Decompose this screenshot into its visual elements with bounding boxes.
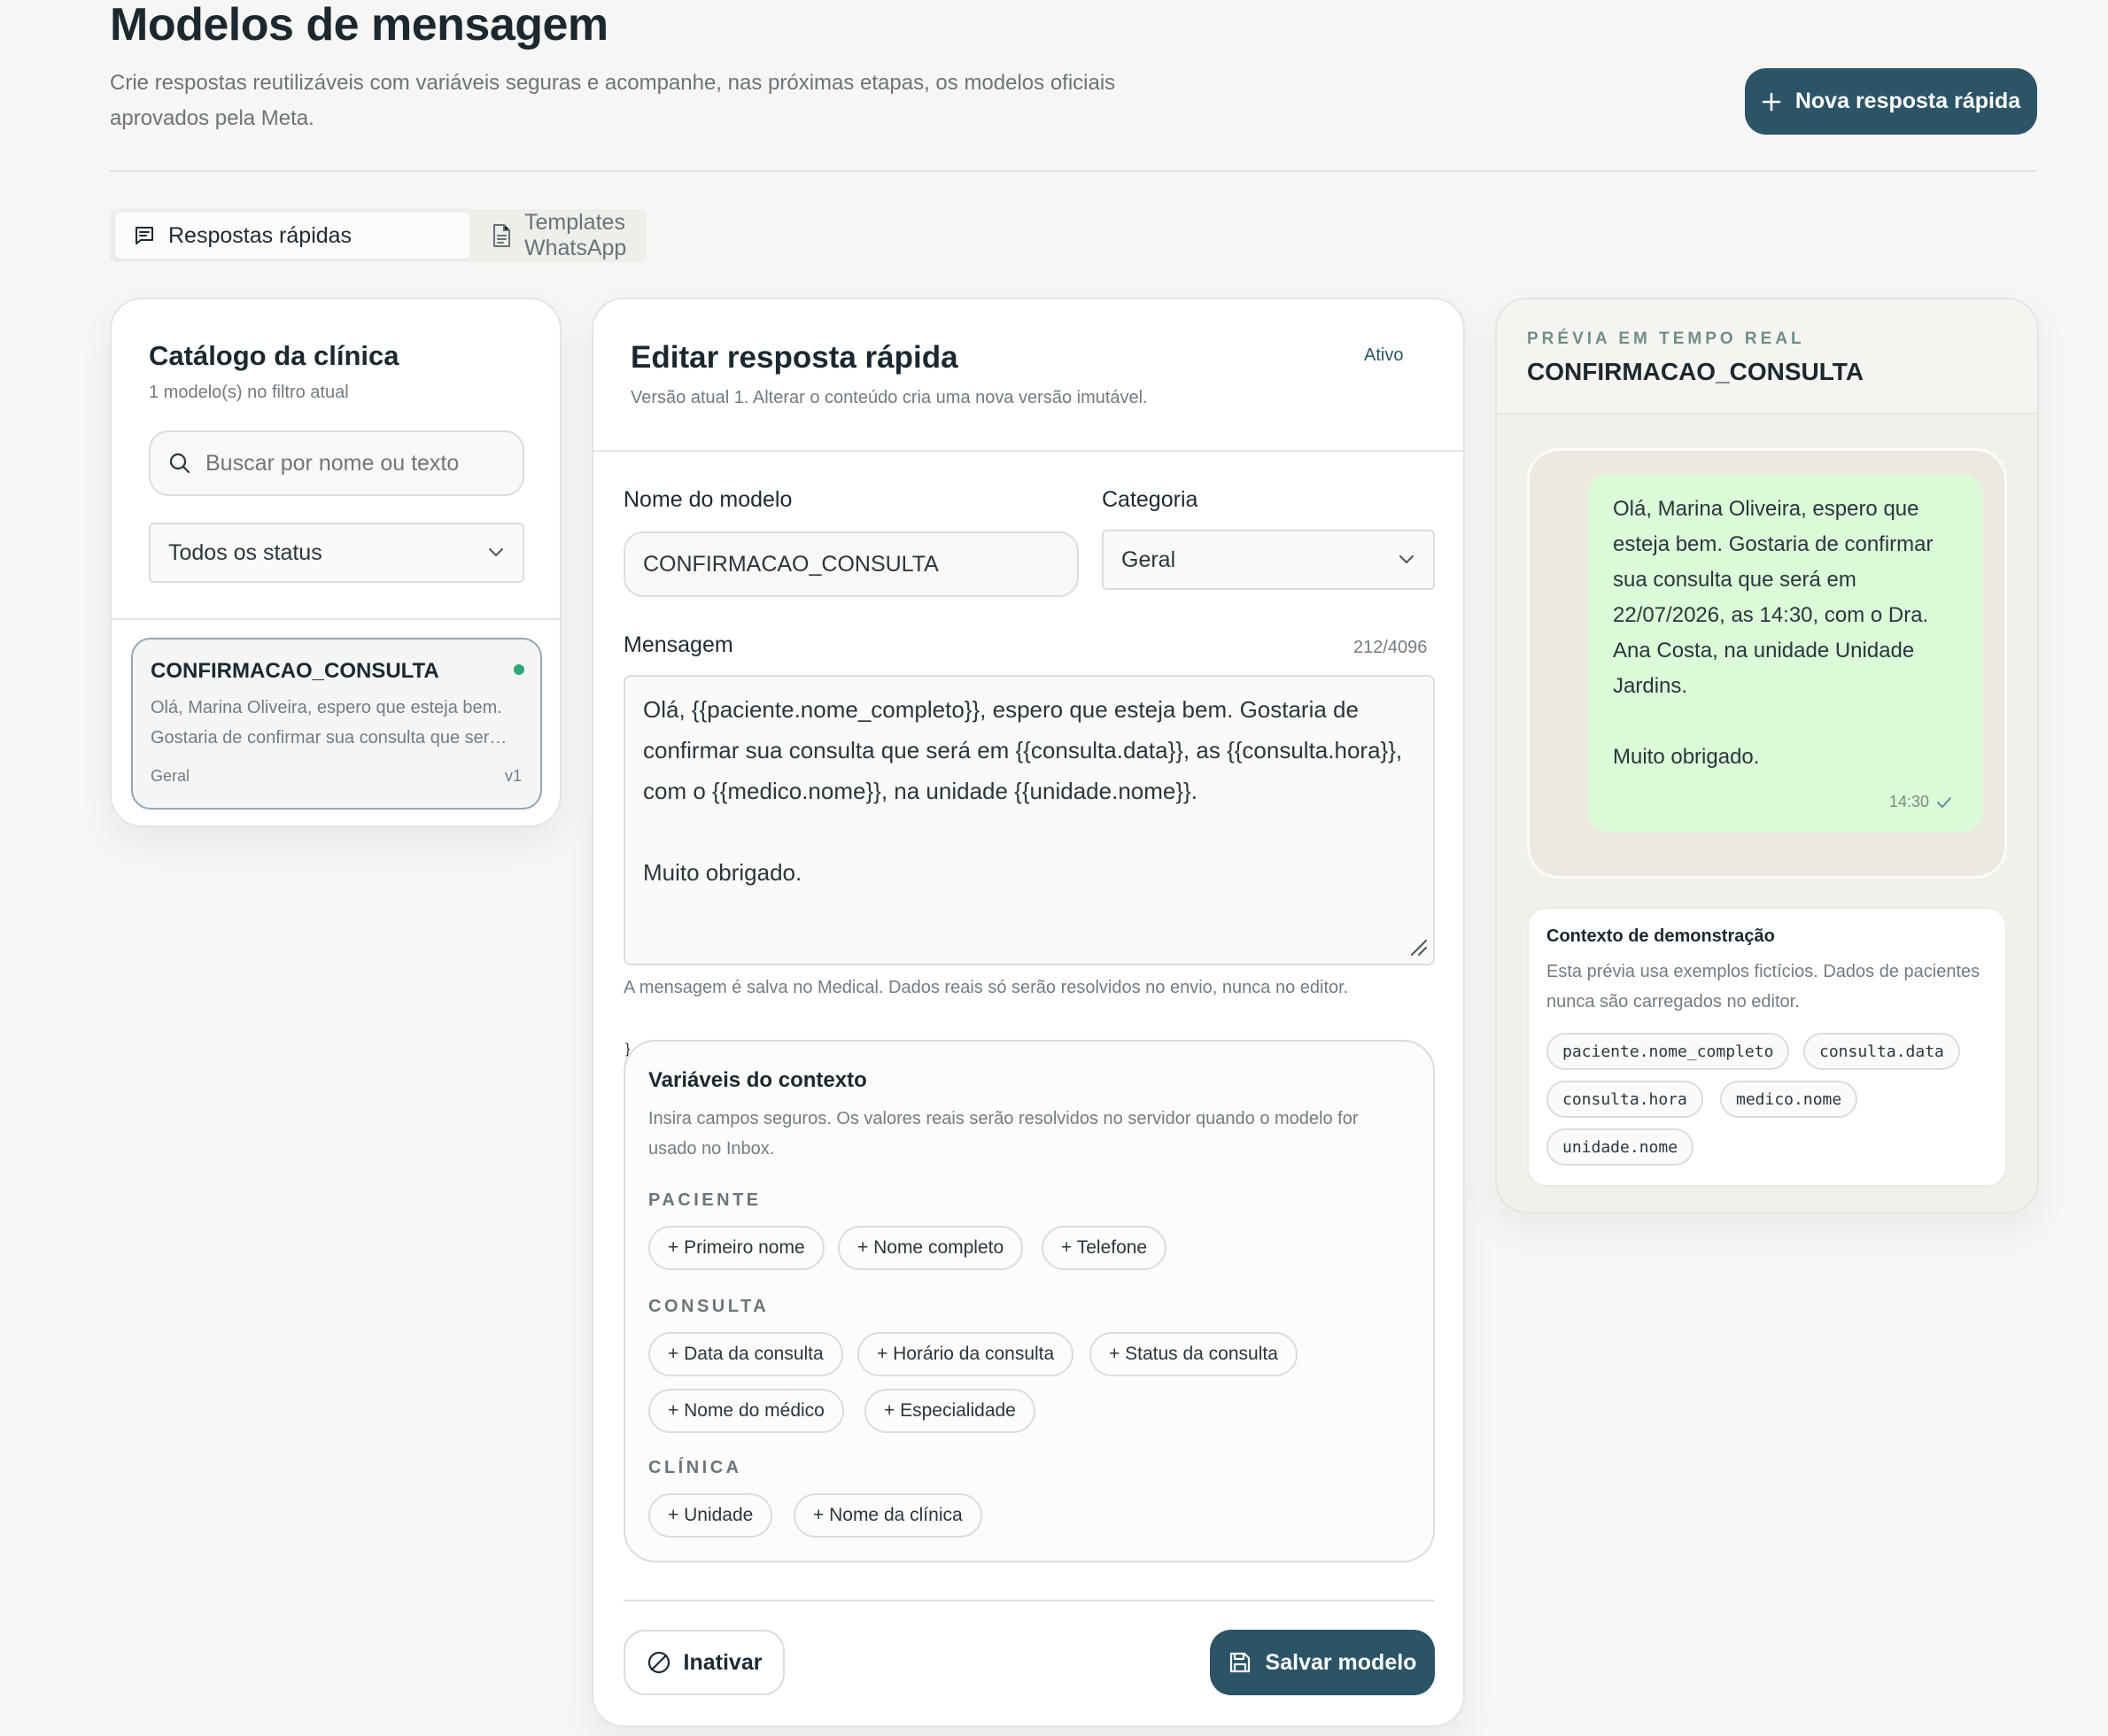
chip-especialidade[interactable]: + Especialidade [864,1389,1035,1433]
context-var-chip: medico.nome [1720,1081,1858,1118]
preview-eyebrow: PRÉVIA EM TEMPO REAL [1527,329,1805,348]
template-list-item[interactable]: CONFIRMACAO_CONSULTA Olá, Marina Oliveir… [131,638,542,810]
chip-nome-completo[interactable]: + Nome completo [838,1226,1024,1270]
template-item-category: Geral [151,767,190,785]
status-dot [514,664,524,675]
new-quick-reply-button[interactable]: Nova resposta rápida [1745,68,2037,135]
catalog-title: Catálogo da clínica [149,340,399,371]
save-button[interactable]: Salvar modelo [1210,1630,1435,1695]
context-var-chip: paciente.nome_completo [1546,1033,1790,1070]
preview-panel: PRÉVIA EM TEMPO REAL CONFIRMACAO_CONSULT… [1495,298,2039,1213]
variables-title: Variáveis do contexto [648,1068,867,1092]
plus-icon [1762,92,1781,112]
template-item-version: v1 [505,767,523,785]
footer-divider [624,1600,1435,1601]
bubble-time: 14:30 [1889,793,1930,810]
chip-status-consulta[interactable]: + Status da consulta [1089,1332,1298,1376]
message-label: Mensagem [624,632,733,657]
chip-data-consulta[interactable]: + Data da consulta [648,1332,843,1376]
version-note: Versão atual 1. Alterar o conteúdo cria … [631,388,1148,407]
chip-primeiro-nome[interactable]: + Primeiro nome [648,1226,825,1270]
new-quick-reply-label: Nova resposta rápida [1794,89,2021,113]
group-label-clinica: CLÍNICA [648,1458,742,1477]
context-text: Esta prévia usa exemplos fictícios. Dado… [1546,962,1980,1011]
page-title: Modelos de mensagem [110,0,608,50]
context-var-chip: unidade.nome [1546,1128,1694,1166]
status-filter-select[interactable]: Todos os status [149,523,524,583]
chip-unidade[interactable]: + Unidade [648,1493,773,1538]
message-hint: A mensagem é salva no Medical. Dados rea… [624,978,1349,997]
bubble-text: Olá, Marina Oliveira, espero que esteja … [1613,497,1934,769]
search-icon [168,452,191,475]
catalog-count: 1 modelo(s) no filtro atual [149,383,349,402]
chevron-down-icon [487,547,505,558]
preview-header [1497,299,2037,415]
variables-description: Insira campos seguros. Os valores reais … [648,1109,1359,1159]
deactivate-label: Inativar [683,1649,763,1675]
message-bubble: Olá, Marina Oliveira, espero que esteja … [1588,474,1983,832]
category-value: Geral [1121,546,1176,572]
group-label-consulta: CONSULTA [648,1297,770,1316]
catalog-divider [112,618,560,620]
tab-bar: Respostas rápidas Templates WhatsApp [110,209,647,262]
category-select[interactable]: Geral [1102,530,1435,590]
chip-nome-clinica[interactable]: + Nome da clínica [794,1493,982,1538]
chip-nome-medico[interactable]: + Nome do médico [648,1389,844,1433]
save-label: Salvar modelo [1265,1649,1417,1675]
category-label: Categoria [1102,487,1198,512]
catalog-search[interactable] [149,430,524,496]
message-textarea[interactable]: Olá, {{paciente.nome_completo}}, espero … [624,675,1435,965]
context-var-chip: consulta.data [1803,1033,1960,1070]
context-var-chip: consulta.hora [1546,1081,1703,1118]
status-badge: Ativo [1364,345,1404,365]
ban-icon [647,1650,671,1675]
editor-header-divider [593,450,1463,452]
name-label: Nome do modelo [624,487,793,512]
bubble-meta: 14:30 [1889,793,1952,811]
template-name-value: CONFIRMACAO_CONSULTA [643,551,939,577]
tab-quick-replies-label: Respostas rápidas [168,222,353,248]
template-item-preview: Olá, Marina Oliveira, espero que esteja … [151,698,508,748]
tab-quick-replies[interactable]: Respostas rápidas [115,213,469,259]
file-text-icon [491,223,512,248]
deactivate-button[interactable]: Inativar [624,1630,785,1695]
editor-panel: Editar resposta rápida Ativo Versão atua… [592,298,1465,1727]
char-count: 212/4096 [1353,638,1428,657]
chip-horario-consulta[interactable]: + Horário da consulta [857,1332,1074,1376]
group-label-paciente: PACIENTE [648,1190,762,1210]
search-input[interactable] [205,450,489,477]
catalog-panel: Catálogo da clínica 1 modelo(s) no filtr… [110,298,562,827]
chip-telefone[interactable]: + Telefone [1042,1226,1167,1270]
header-divider [110,170,2037,172]
context-variables-box: Variáveis do contexto Insira campos segu… [624,1040,1435,1562]
template-name-field[interactable]: CONFIRMACAO_CONSULTA [624,531,1079,597]
chat-preview: Olá, Marina Oliveira, espero que esteja … [1527,448,2007,879]
save-icon [1228,1651,1252,1674]
status-filter-value: Todos os status [168,539,322,565]
resize-handle-icon[interactable] [1408,937,1428,957]
tab-whatsapp-templates-label: Templates WhatsApp [524,210,627,260]
chevron-down-icon [1398,554,1415,565]
page-subtitle: Crie respostas reutilizáveis com variáve… [110,71,1116,130]
preview-template-name: CONFIRMACAO_CONSULTA [1527,358,1864,385]
demo-context-card: Contexto de demonstração Esta prévia usa… [1527,907,2007,1187]
editor-title: Editar resposta rápida [631,340,958,375]
template-item-name: CONFIRMACAO_CONSULTA [151,659,439,683]
message-square-icon [133,224,156,247]
context-title: Contexto de demonstração [1546,926,1775,946]
tab-whatsapp-templates[interactable]: Templates WhatsApp [473,210,739,260]
check-icon [1936,796,1952,809]
